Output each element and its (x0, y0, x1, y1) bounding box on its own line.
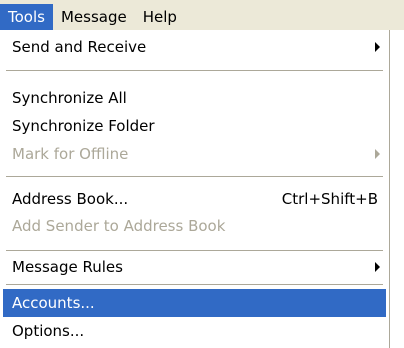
menu-item-message-rules[interactable]: Message Rules (3, 253, 386, 281)
menu-item-add-sender-to-address-book: Add Sender to Address Book (3, 212, 386, 240)
accounts-label: Accounts... (12, 294, 95, 312)
menu-item-synchronize-folder[interactable]: Synchronize Folder (3, 112, 386, 140)
submenu-arrow-icon (375, 42, 380, 52)
menu-message[interactable]: Message (53, 4, 135, 30)
menu-item-mark-for-offline: Mark for Offline (3, 140, 386, 168)
menu-bar: Tools Message Help (0, 0, 404, 30)
menu-item-accounts[interactable]: Accounts... (3, 289, 386, 317)
options-label: Options... (12, 322, 85, 340)
address-book-label: Address Book... (12, 190, 129, 208)
address-book-shortcut: Ctrl+Shift+B (281, 190, 378, 208)
menu-separator (6, 176, 383, 177)
mark-for-offline-label: Mark for Offline (12, 145, 129, 163)
menu-item-synchronize-all[interactable]: Synchronize All (3, 84, 386, 112)
add-sender-label: Add Sender to Address Book (12, 217, 226, 235)
tools-dropdown-menu: Send and Receive Synchronize All Synchro… (0, 30, 390, 348)
synchronize-all-label: Synchronize All (12, 89, 127, 107)
synchronize-folder-label: Synchronize Folder (12, 117, 155, 135)
submenu-arrow-icon (375, 262, 380, 272)
submenu-arrow-icon (375, 149, 380, 159)
menu-separator (6, 250, 383, 251)
menu-tools[interactable]: Tools (0, 4, 53, 30)
menu-help[interactable]: Help (135, 4, 185, 30)
menu-separator (6, 70, 383, 71)
menu-separator (6, 284, 383, 285)
menu-item-send-and-receive[interactable]: Send and Receive (3, 33, 386, 61)
message-rules-label: Message Rules (12, 258, 123, 276)
send-and-receive-label: Send and Receive (12, 38, 147, 56)
menu-item-address-book[interactable]: Address Book... Ctrl+Shift+B (3, 185, 386, 213)
menu-item-options[interactable]: Options... (3, 317, 386, 345)
